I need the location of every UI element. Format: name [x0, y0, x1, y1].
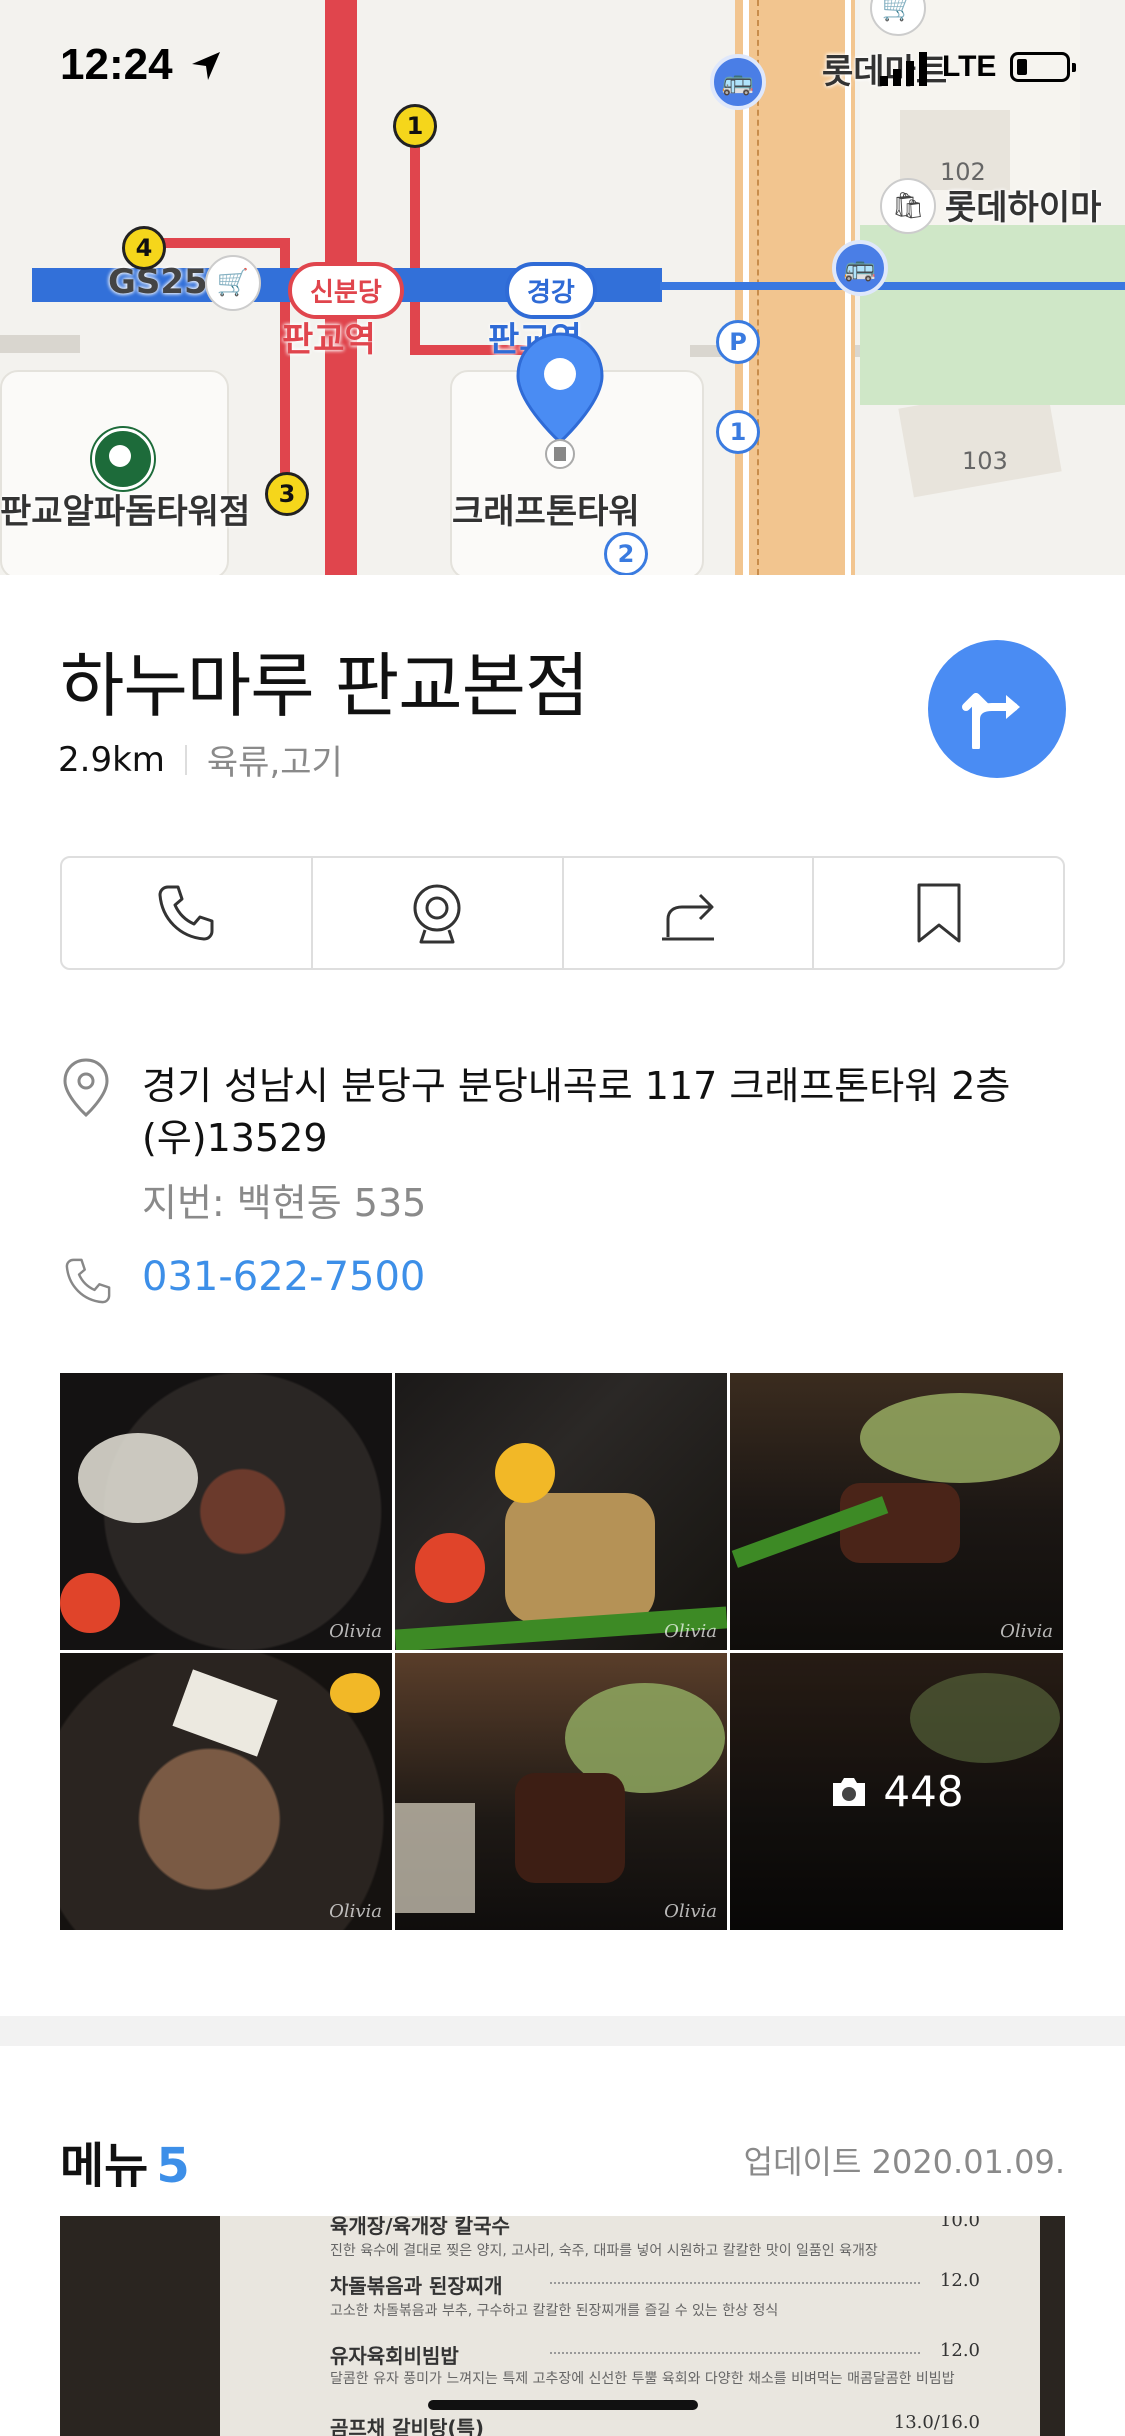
starbucks-icon[interactable]: [92, 428, 154, 490]
share-button[interactable]: [564, 858, 815, 968]
menu-item-name: 유자육회비빔밥: [330, 2344, 459, 2368]
menu-updated-date: 업데이트 2020.01.09.: [743, 2143, 1065, 2181]
sinbundang-line-badge: 신분당: [288, 262, 404, 319]
photo-watermark: Olivia: [664, 1621, 717, 1642]
place-phone-link[interactable]: 031-622-7500: [142, 1254, 425, 1300]
phone-icon: [65, 1258, 111, 1304]
place-category: 육류,고기: [206, 743, 343, 783]
menu-item-name: 차돌볶음과 된장찌개: [330, 2274, 503, 2298]
menu-count: 5: [156, 2138, 190, 2194]
call-button[interactable]: [62, 858, 313, 968]
menu-item-price: 12.0: [939, 2340, 980, 2361]
network-type: LTE: [942, 50, 997, 83]
poi-label-kraftone-tower[interactable]: 크래프톤타워: [452, 484, 640, 533]
menu-item-price: 12.0: [939, 2270, 980, 2291]
shopping-bag-icon[interactable]: 🛍: [880, 178, 936, 234]
menu-dotted-line: [550, 2352, 920, 2354]
menu-item-name: 육개장/육개장 칼국수: [330, 2216, 510, 2238]
bookmark-button[interactable]: [814, 858, 1063, 968]
place-meta: 2.9km 육류,고기: [58, 735, 343, 784]
camera-icon: [833, 1777, 866, 1806]
status-time: 12:24: [60, 40, 173, 89]
directions-button[interactable]: [928, 640, 1066, 778]
share-icon: [661, 893, 714, 941]
phone-icon: [158, 885, 214, 941]
place-title: 하누마루 판교본점: [60, 645, 589, 727]
poi-label-lotte-himart[interactable]: 롯데하이마: [945, 180, 1101, 229]
photo-watermark: Olivia: [664, 1901, 717, 1922]
place-jibun-address: 지번: 백현동 535: [142, 1181, 427, 1225]
poi-label-starbucks[interactable]: 판교알파돔타워점: [0, 484, 250, 533]
exit-number-badge: 3: [265, 472, 309, 516]
building-number: 103: [962, 447, 1008, 475]
photo-watermark: Olivia: [329, 1901, 382, 1922]
gyeonggang-line-badge: 경강: [505, 262, 597, 319]
directions-icon: [962, 693, 1020, 749]
photo-grid: Olivia Olivia Olivia Olivia Olivia 448: [60, 1373, 1065, 1930]
park-area: [860, 225, 1125, 405]
station-label[interactable]: 판교역: [282, 312, 376, 361]
menu-item-name: 곰프채 갈비탕(특): [330, 2416, 485, 2436]
battery-icon: [1010, 52, 1076, 82]
street-view-button[interactable]: [313, 858, 564, 968]
menu-dotted-line: [550, 2282, 920, 2284]
photo-watermark: Olivia: [1000, 1621, 1053, 1642]
photo-thumbnail[interactable]: Olivia: [60, 1653, 392, 1930]
parking-badge: P: [716, 320, 760, 364]
photo-thumbnail[interactable]: Olivia: [395, 1373, 727, 1650]
bookmark-icon: [917, 883, 961, 943]
exit-number-badge: 4: [122, 226, 166, 270]
location-pin-icon: [516, 332, 604, 469]
bus-stop-icon[interactable]: 🚌: [832, 240, 888, 296]
section-divider: [0, 2016, 1125, 2046]
photo-count-overlay: 448: [730, 1653, 1063, 1930]
menu-item-desc: 고소한 차돌볶음과 부추, 구수하고 칼칼한 된장찌개를 즐길 수 있는 한상 …: [330, 2303, 779, 2319]
building-number: 102: [940, 158, 986, 186]
street-view-icon: [413, 884, 461, 944]
photo-thumbnail[interactable]: Olivia: [60, 1373, 392, 1650]
meta-divider: [184, 744, 187, 775]
action-bar: [60, 856, 1065, 970]
home-indicator[interactable]: [428, 2400, 698, 2410]
subway-line-branch: [160, 238, 290, 248]
menu-section-title: 메뉴 5: [60, 2126, 190, 2196]
map-building: [0, 335, 80, 353]
photo-watermark: Olivia: [329, 1621, 382, 1642]
exit-number-badge: 1: [716, 410, 760, 454]
menu-item-price: 10.0: [939, 2216, 980, 2231]
cart-icon[interactable]: 🛒: [205, 255, 261, 311]
photo-count: 448: [883, 1767, 964, 1816]
place-address[interactable]: 경기 성남시 분당구 분당내곡로 117 크래프톤타워 2층 (우)13529: [142, 1060, 1072, 1164]
poi-label-gs25[interactable]: GS25: [108, 262, 208, 302]
map-pin-icon: [63, 1058, 109, 1118]
place-distance: 2.9km: [58, 739, 165, 780]
gyeonggang-line: [660, 282, 1125, 290]
menu-item-price: 13.0/16.0: [893, 2412, 980, 2433]
signal-icon: [880, 52, 927, 86]
menu-item-desc: 달콤한 유자 풍미가 느껴지는 특제 고추장에 신선한 투뿔 육회와 다양한 채…: [330, 2371, 955, 2387]
subway-line-branch: [410, 130, 420, 352]
status-bar: 12:24 LTE: [0, 0, 1125, 130]
location-arrow-icon: [192, 52, 220, 80]
menu-title-label: 메뉴: [60, 2138, 149, 2194]
photo-more-thumbnail[interactable]: 448: [730, 1653, 1063, 1930]
photo-thumbnail[interactable]: Olivia: [395, 1653, 727, 1930]
photo-thumbnail[interactable]: Olivia: [730, 1373, 1063, 1650]
exit-number-badge: 2: [604, 532, 648, 575]
menu-item-desc: 진한 육수에 결대로 찢은 양지, 고사리, 숙주, 대파를 넣어 시원하고 칼…: [330, 2243, 878, 2259]
